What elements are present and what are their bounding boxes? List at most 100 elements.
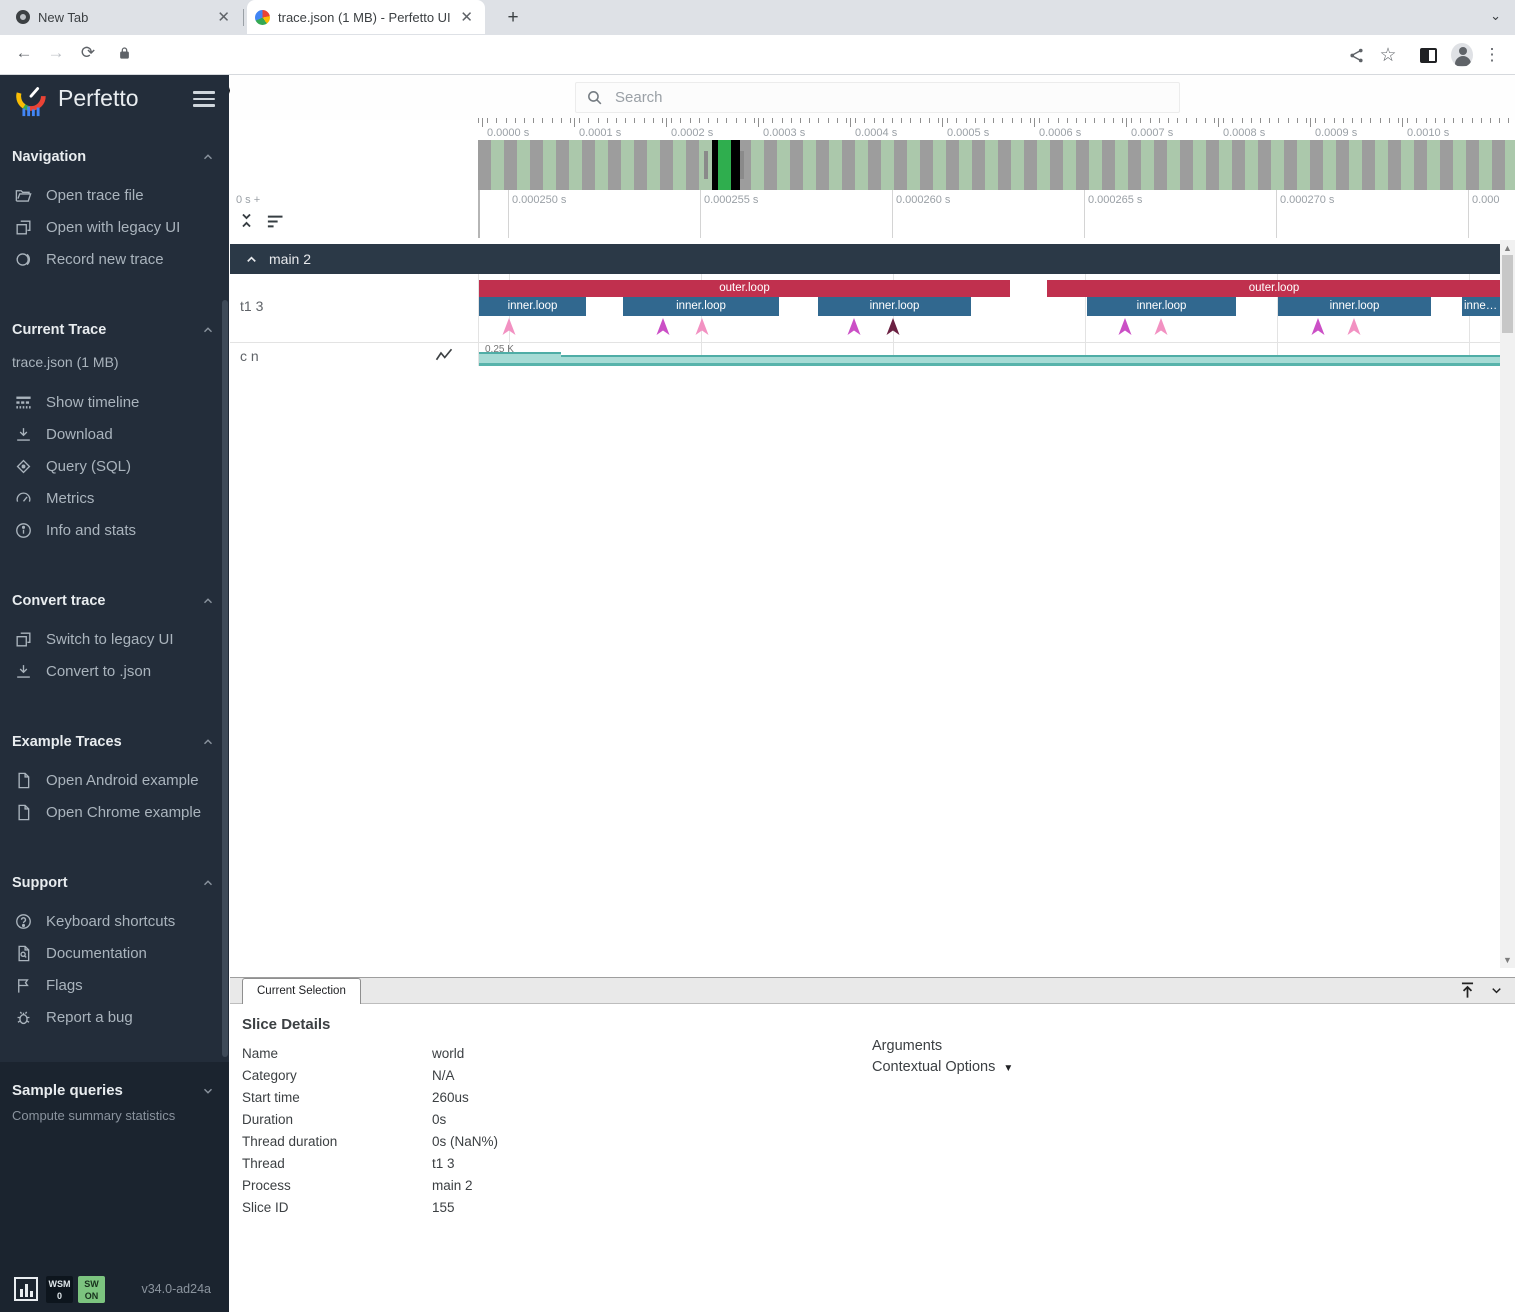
collapse-tracks-icon[interactable] [238,212,255,229]
chevron-up-icon[interactable] [201,150,215,164]
instant-marker-magenta[interactable] [1311,318,1325,336]
sidebar-item-convert-to-json[interactable]: Convert to .json [0,655,229,687]
sidebar-item-switch-to-legacy-ui[interactable]: Switch to legacy UI [0,623,229,655]
instant-marker-pink[interactable] [695,318,709,336]
sidebar-item-keyboard-shortcuts[interactable]: Keyboard shortcuts [0,905,229,937]
menu-kebab-icon[interactable]: ⋮ [1481,44,1503,66]
instant-marker-magenta[interactable] [656,318,670,336]
sidebar-scrollbar[interactable] [222,300,228,1057]
back-button[interactable]: ← [12,43,36,63]
viewport-selection[interactable] [718,140,731,190]
section-title[interactable]: Convert trace [12,593,105,609]
tab-perfetto[interactable]: trace.json (1 MB) - Perfetto UI ✕ [247,0,485,34]
lock-icon[interactable] [112,45,136,66]
slice-inner-loop[interactable]: inner.loop [1278,297,1431,316]
instant-marker-pink[interactable] [1154,318,1168,336]
minor-tick [938,118,939,123]
sidebar-item-open-android-example[interactable]: Open Android example [0,764,229,796]
section-title[interactable]: Support [12,875,68,891]
timeline-overview[interactable]: 0.0000 s0.0001 s0.0002 s0.0003 s0.0004 s… [230,118,1515,190]
minor-tick [1058,118,1059,123]
contextual-options-dropdown[interactable]: Contextual Options▼ [872,1059,1013,1075]
sidebar-item-documentation[interactable]: Documentation [0,937,229,969]
new-tab-button[interactable]: + [500,5,526,31]
sidebar-item-flags[interactable]: Flags [0,969,229,1001]
overview-minimap[interactable] [478,140,1515,190]
bookmark-star-icon[interactable]: ☆ [1377,44,1399,66]
legacy-window-icon [14,630,33,649]
scroll-down-icon[interactable]: ▼ [1500,955,1515,965]
thread-track-canvas[interactable]: outer.loopouter.loopinner.loopinner.loop… [478,274,1500,342]
ruler-time-label: 0.000250 s [512,194,566,206]
sidebar-item-open-with-legacy-ui[interactable]: Open with legacy UI [0,211,229,243]
flag-icon [14,976,33,995]
section-title[interactable]: Current Trace [12,322,106,338]
counter-track-canvas[interactable]: 0.25 K [478,343,1500,366]
share-icon[interactable] [1345,44,1367,66]
tab-current-selection[interactable]: Current Selection [242,978,361,1004]
search-box[interactable] [575,82,1180,113]
profile-avatar[interactable] [1451,44,1473,66]
forward-button[interactable]: → [44,43,68,63]
tab-close-icon[interactable]: ✕ [456,8,477,26]
section-title[interactable]: Example Traces [12,734,122,750]
sidebar-item-show-timeline[interactable]: Show timeline [0,386,229,418]
chevron-up-icon[interactable] [201,876,215,890]
instant-marker-pink[interactable] [502,318,516,336]
scroll-up-icon[interactable]: ▲ [1500,243,1515,253]
sidebar-item-query-sql-[interactable]: Query (SQL) [0,450,229,482]
viewport-edge[interactable] [731,140,740,190]
hamburger-menu-icon[interactable] [193,91,215,111]
scrollbar-thumb[interactable] [1502,255,1513,333]
chevron-down-icon[interactable] [1488,983,1505,998]
tab-close-icon[interactable]: ✕ [213,8,234,26]
tab-new-tab[interactable]: New Tab ✕ [8,0,242,34]
slice-inner-loop[interactable]: inner.loop [818,297,971,316]
search-input[interactable] [615,89,1179,106]
sample-query-item[interactable]: Compute summary statistics [0,1099,229,1132]
side-panel-icon[interactable] [1417,44,1439,66]
slice-inner-loop[interactable]: inner.loop [623,297,779,316]
sample-queries-title[interactable]: Sample queries [12,1082,123,1099]
reload-button[interactable]: ⟳ [76,43,100,63]
minor-tick [1048,118,1049,123]
chevron-down-icon[interactable] [201,1084,215,1098]
minor-tick [607,118,608,123]
viewport-handle-left[interactable] [704,151,708,179]
minor-tick [690,118,691,123]
sidebar-item-open-chrome-example[interactable]: Open Chrome example [0,796,229,828]
section-title[interactable]: Navigation [12,149,86,165]
timeline-vertical-scrollbar[interactable]: ▲ ▼ [1500,240,1515,968]
instant-marker-pink[interactable] [1347,318,1361,336]
viewport-handle-right[interactable] [740,151,744,179]
slice-outer-loop[interactable]: outer.loop [479,280,1010,297]
minor-tick [625,118,626,123]
track-sort-icon[interactable] [266,215,286,228]
slice-inner-loop[interactable]: inner.loop [479,297,586,316]
chevron-up-icon[interactable] [201,594,215,608]
slice-outer-loop[interactable]: outer.loop [1047,280,1500,297]
minimap-stripe [1427,140,1440,190]
sidebar-item-open-trace-file[interactable]: Open trace file [0,179,229,211]
minor-tick [1324,118,1325,123]
expand-panel-icon[interactable] [1458,981,1477,1000]
sidebar-item-record-new-trace[interactable]: Record new trace [0,243,229,275]
slice-inner-loop[interactable]: inner.loop [1087,297,1236,316]
minimap-stripe [1414,140,1427,190]
slice-inner-loop[interactable]: inner.loop [1462,297,1500,316]
chevron-up-icon[interactable] [201,735,215,749]
sidebar-item-download[interactable]: Download [0,418,229,450]
sidebar-item-metrics[interactable]: Metrics [0,482,229,514]
instant-marker-magenta[interactable] [1118,318,1132,336]
details-panel-header: Current Selection [230,978,1515,1004]
sidebar-item-report-a-bug[interactable]: Report a bug [0,1001,229,1033]
minimap-stripe [1258,140,1271,190]
query-icon [14,457,33,476]
tab-search-icon[interactable]: ⌄ [1490,8,1501,24]
process-group-header[interactable]: main 2 [230,244,1500,274]
sidebar-item-info-and-stats[interactable]: Info and stats [0,514,229,546]
chevron-up-icon[interactable] [201,323,215,337]
instant-marker-magenta[interactable] [847,318,861,336]
histogram-icon[interactable] [14,1277,38,1301]
instant-marker-selected[interactable] [886,318,900,336]
